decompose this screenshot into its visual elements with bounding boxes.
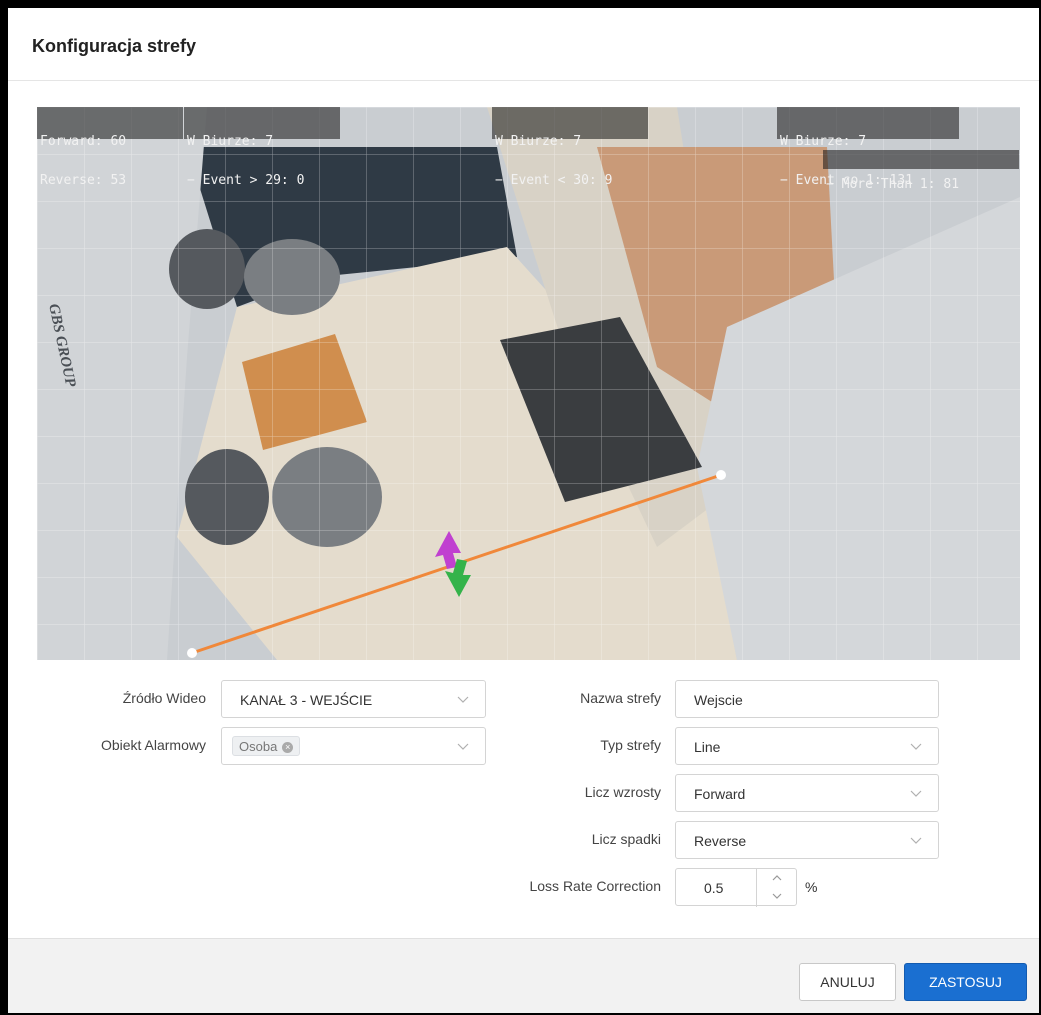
modal-title: Konfiguracja strefy — [32, 36, 197, 56]
chevron-up-icon — [772, 875, 782, 881]
zone-type-value: Line — [694, 739, 721, 755]
zone-line-handle-start[interactable] — [187, 648, 197, 658]
overlay-zone-1-line1: W Biurze: 7 — [187, 134, 274, 149]
zone-name-label: Nazwa strefy — [580, 690, 661, 706]
loss-rate-spinner — [756, 869, 796, 907]
chevron-down-icon — [910, 743, 922, 750]
count-rises-select[interactable]: Forward — [675, 774, 939, 812]
remove-tag-icon[interactable]: × — [282, 742, 294, 754]
video-source-select[interactable]: KANAŁ 3 - WEJŚCIE — [221, 680, 486, 718]
window-frame-left — [0, 0, 8, 1015]
video-preview[interactable]: Forward: 60 Reverse: 53 W Biurze: 7 − Ev… — [37, 107, 1020, 660]
overlay-forward-count: Forward: 60 — [40, 134, 127, 149]
modal-footer: ANULUJ ZASTOSUJ — [8, 938, 1039, 1013]
count-drops-select[interactable]: Reverse — [675, 821, 939, 859]
modal-header: Konfiguracja strefy — [8, 8, 1039, 81]
count-drops-label: Licz spadki — [591, 831, 661, 847]
apply-button[interactable]: ZASTOSUJ — [904, 963, 1027, 1001]
overlay-reverse-count: Reverse: 53 — [40, 173, 127, 188]
overlay-zone-3-extra: − More Than 1: 81 — [823, 150, 1019, 191]
cancel-button[interactable]: ANULUJ — [799, 963, 896, 1001]
overlay-direction-counts: Forward: 60 Reverse: 53 — [37, 107, 183, 187]
zone-line-handle-end[interactable] — [716, 470, 726, 480]
overlay-zone-2-line1: W Biurze: 7 — [495, 134, 582, 149]
loss-rate-value: 0.5 — [704, 880, 724, 896]
video-source-label: Źródło Wideo — [122, 690, 206, 706]
chevron-down-icon — [910, 837, 922, 844]
overlay-zone-1: W Biurze: 7 − Event > 29: 0 — [184, 107, 340, 187]
zone-type-label: Typ strefy — [600, 737, 661, 753]
overlay-zone-3-line1: W Biurze: 7 — [780, 134, 867, 149]
video-source-value: KANAŁ 3 - WEJŚCIE — [240, 692, 373, 708]
zone-config-modal: Konfiguracja strefy Forward: 60 Reverse:… — [8, 8, 1039, 1013]
decrement-button[interactable] — [757, 888, 797, 907]
overlay-zone-1-line2: − Event > 29: 0 — [187, 173, 305, 188]
zone-name-value: Wejscie — [694, 692, 743, 708]
overlay-zone-3: W Biurze: 7 − Event co 1: 131 — [777, 107, 959, 187]
alarm-object-label: Obiekt Alarmowy — [100, 737, 206, 753]
zone-type-select[interactable]: Line — [675, 727, 939, 765]
window-frame-top — [0, 0, 1041, 8]
overlay-zone-3-line3: − More Than 1: 81 — [826, 177, 960, 192]
overlay-zone-2-line2: − Event < 30: 9 — [495, 173, 613, 188]
chevron-down-icon — [910, 790, 922, 797]
alarm-object-tag: Osoba × — [232, 736, 301, 756]
count-rises-value: Forward — [694, 786, 746, 802]
increment-button[interactable] — [757, 869, 797, 888]
count-rises-label: Licz wzrosty — [584, 784, 661, 800]
chevron-down-icon — [457, 743, 469, 750]
loss-rate-label: Loss Rate Correction — [529, 878, 661, 894]
chevron-down-icon — [772, 893, 782, 899]
zone-name-input[interactable]: Wejscie — [675, 680, 939, 718]
count-drops-value: Reverse — [694, 833, 747, 849]
alarm-object-tag-label: Osoba — [239, 739, 278, 754]
overlay-zone-2: W Biurze: 7 − Event < 30: 9 — [492, 107, 648, 187]
loss-rate-unit: % — [805, 879, 818, 895]
chevron-down-icon — [457, 696, 469, 703]
loss-rate-input[interactable]: 0.5 — [675, 868, 797, 907]
alarm-object-select[interactable]: Osoba × — [221, 727, 486, 765]
